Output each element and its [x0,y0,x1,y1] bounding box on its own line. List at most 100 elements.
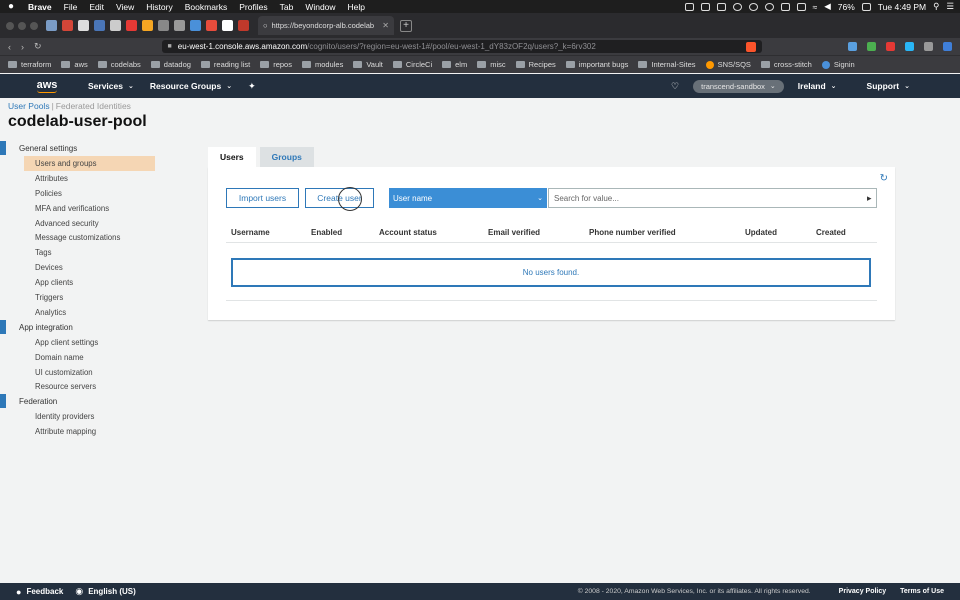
bookmark-folder[interactable]: repos [260,60,292,69]
pinned-tab-icon[interactable] [126,20,137,31]
extension-icon[interactable] [867,42,876,51]
apple-menu-icon[interactable]: ● [6,1,16,12]
tray-app-icon[interactable] [780,2,790,11]
bookmark-folder[interactable]: misc [477,60,506,69]
pinned-tab-icon[interactable] [78,20,89,31]
column-enabled[interactable]: Enabled [311,228,342,237]
zoom-window-icon[interactable] [30,21,38,30]
pinned-tab-icon[interactable] [94,20,105,31]
bookmark-site[interactable]: SNS/SQS [705,60,751,69]
language-selector[interactable]: ◉ English (US) [75,586,135,597]
pinned-tab-icon[interactable] [222,20,233,31]
bookmark-site[interactable]: Signin [821,60,855,69]
bookmark-folder[interactable]: codelabs [97,60,141,69]
address-bar[interactable]: ■ eu-west-1.console.aws.amazon.com /cogn… [161,40,762,53]
menu-window[interactable]: Window [305,2,335,12]
pinned-tab-icon[interactable] [190,20,201,31]
column-created[interactable]: Created [816,228,846,237]
battery-percent[interactable]: 76% [838,2,855,12]
tray-app-icon[interactable] [764,2,774,11]
menu-view[interactable]: View [116,2,134,12]
pinned-tab-icon[interactable] [46,20,57,31]
sidebar-item-app-clients[interactable]: App clients [0,275,140,290]
extension-icon[interactable] [886,42,895,51]
refresh-icon[interactable]: ↻ [880,173,888,184]
sidebar-item-resource-servers[interactable]: Resource servers [0,379,140,394]
attribute-select[interactable]: User name ⌄ [389,188,547,208]
sidebar-item-domain-name[interactable]: Domain name [0,350,140,365]
bookmark-folder[interactable]: datadog [150,60,191,69]
lock-icon[interactable]: ■ [168,43,172,50]
sidebar-item-policies[interactable]: Policies [0,186,140,201]
region-menu[interactable]: Ireland ⌄ [798,81,837,91]
sidebar-section-app-integration[interactable]: App integration [0,319,140,335]
sidebar-item-identity-providers[interactable]: Identity providers [0,409,140,424]
menu-app-brave[interactable]: Brave [28,2,52,12]
sidebar-item-devices[interactable]: Devices [0,260,140,275]
close-tab-icon[interactable]: ✕ [382,21,389,30]
support-menu[interactable]: Support ⌄ [867,81,910,91]
feedback-link[interactable]: ● Feedback [16,587,63,597]
bookmark-folder[interactable]: elm [442,60,467,69]
bookmark-folder[interactable]: cross-stitch [760,60,812,69]
forward-icon[interactable]: › [21,42,24,52]
back-icon[interactable]: ‹ [8,42,11,52]
bookmark-folder[interactable]: Recipes [515,60,556,69]
tab-users[interactable]: Users [208,147,256,167]
sidebar-item-ui-customization[interactable]: UI customization [0,365,140,380]
user-pools-link[interactable]: User Pools [8,101,50,111]
pinned-tab-icon[interactable] [174,20,185,31]
extension-icon[interactable] [905,42,914,51]
import-users-button[interactable]: Import users [226,188,299,208]
pin-icon[interactable]: ✦ [248,81,256,92]
bookmark-folder[interactable]: aws [61,60,88,69]
reload-icon[interactable]: ↻ [34,41,42,52]
column-updated[interactable]: Updated [745,228,777,237]
bookmark-folder[interactable]: CircleCi [392,60,432,69]
active-browser-tab[interactable]: ○ https://beyondcorp-alb.codelab ✕ [258,16,394,35]
tray-app-icon[interactable] [684,2,694,11]
pinned-tab-icon[interactable] [206,20,217,31]
sidebar-section-federation[interactable]: Federation [0,394,140,409]
tab-groups[interactable]: Groups [259,147,314,167]
bookmark-folder[interactable]: reading list [200,60,250,69]
extension-icon[interactable] [924,42,933,51]
federated-identities-link[interactable]: Federated Identities [56,101,131,111]
privacy-policy-link[interactable]: Privacy Policy [839,588,886,595]
pinned-tab-icon[interactable] [158,20,169,31]
menu-help[interactable]: Help [348,2,365,12]
pinned-tab-icon[interactable] [142,20,153,31]
tray-app-icon[interactable] [700,2,710,11]
clock[interactable]: Tue 4:49 PM [878,2,926,12]
menu-profiles[interactable]: Profiles [239,2,267,12]
pinned-tab-gmail-icon[interactable] [62,20,73,31]
services-menu[interactable]: Services ⌄ [88,81,134,91]
column-email-verified[interactable]: Email verified [488,228,540,237]
sidebar-item-tags[interactable]: Tags [0,245,140,260]
spotlight-icon[interactable]: ⚲ [933,1,939,12]
menu-file[interactable]: File [64,2,78,12]
bell-icon[interactable]: ♡ [671,81,679,92]
sidebar-item-mfa[interactable]: MFA and verifications [0,201,140,216]
extension-icon[interactable] [848,42,857,51]
sidebar-section-general-settings[interactable]: General settings [0,141,140,156]
column-username[interactable]: Username [231,228,270,237]
column-account-status[interactable]: Account status [379,228,437,237]
account-menu[interactable]: transcend-sandbox ⌄ [693,79,784,93]
bookmark-folder[interactable]: important bugs [565,60,628,69]
menu-edit[interactable]: Edit [89,2,104,12]
menu-tab[interactable]: Tab [280,2,294,12]
sidebar-item-attribute-mapping[interactable]: Attribute mapping [0,424,140,439]
minimize-window-icon[interactable] [18,21,26,30]
pinned-tab-icon[interactable] [110,20,121,31]
column-phone-verified[interactable]: Phone number verified [589,228,676,237]
bookmark-folder[interactable]: Internal-Sites [638,60,696,69]
tray-app-icon[interactable] [796,2,806,11]
tray-app-icon[interactable] [732,2,742,11]
aws-logo[interactable]: aws [34,79,60,93]
tray-app-icon[interactable] [716,2,726,11]
close-window-icon[interactable] [6,21,14,30]
volume-icon[interactable]: ◀ [824,1,831,12]
menu-bookmarks[interactable]: Bookmarks [185,2,228,12]
tray-app-icon[interactable] [748,2,758,11]
